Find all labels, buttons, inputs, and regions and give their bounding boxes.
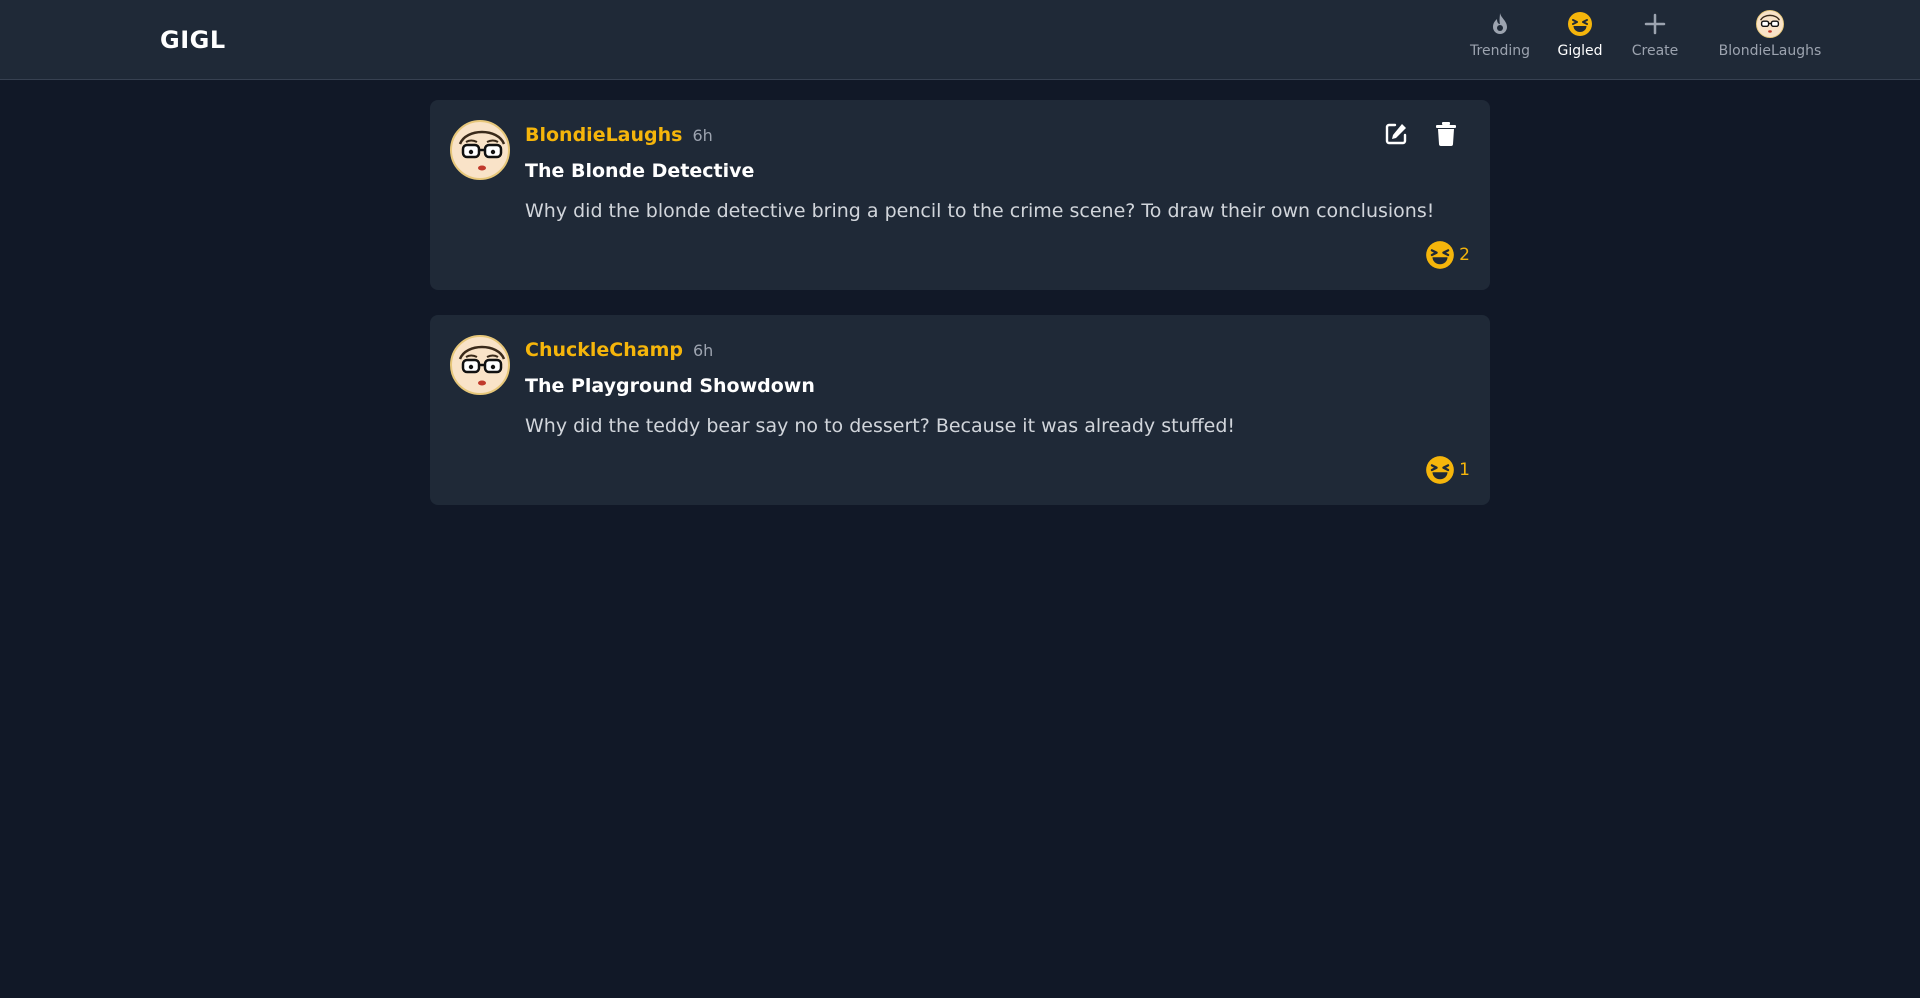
- avatar-face-icon: [458, 345, 506, 386]
- flame-icon: [1486, 10, 1514, 38]
- post-header: BlondieLaughs 6h: [525, 124, 713, 146]
- brand-logo[interactable]: GIGL: [160, 26, 226, 54]
- post-username[interactable]: BlondieLaughs: [525, 124, 682, 146]
- post-owner-actions: [1382, 120, 1460, 148]
- avatar-face-icon: [458, 130, 506, 171]
- edit-post-button[interactable]: [1382, 120, 1410, 148]
- nav-label-gigled: Gigled: [1557, 43, 1603, 59]
- user-avatar[interactable]: [450, 120, 510, 180]
- nav-item-gigled[interactable]: Gigled: [1540, 10, 1620, 70]
- post-feed: BlondieLaughs 6h The Blonde Detective Wh…: [430, 100, 1490, 530]
- post-timestamp: 6h: [692, 341, 714, 360]
- post-title: The Blonde Detective: [525, 160, 755, 182]
- nav-label-create: Create: [1631, 43, 1679, 59]
- post-username[interactable]: ChuckleChamp: [525, 339, 683, 361]
- top-navigation-bar: GIGL Trending Gigled Create BlondieLaugh…: [0, 0, 1920, 80]
- plus-icon: [1641, 10, 1669, 38]
- avatar-icon: [1756, 10, 1784, 38]
- edit-icon: [1385, 123, 1407, 145]
- nav-label-trending: Trending: [1470, 43, 1530, 59]
- post-timestamp: 6h: [692, 126, 713, 145]
- nav-label-profile: BlondieLaughs: [1718, 43, 1822, 59]
- nav-item-trending[interactable]: Trending: [1460, 10, 1540, 70]
- user-avatar[interactable]: [450, 335, 510, 395]
- post-header: ChuckleChamp 6h: [525, 339, 713, 361]
- post-card: ChuckleChamp 6h The Playground Showdown …: [430, 315, 1490, 505]
- trash-icon: [1436, 122, 1456, 146]
- nav-item-profile[interactable]: BlondieLaughs: [1700, 10, 1840, 70]
- nav-item-create[interactable]: Create: [1620, 10, 1690, 70]
- laughing-face-icon: [1426, 456, 1455, 484]
- giggle-reaction-button[interactable]: 2: [1425, 240, 1470, 270]
- post-body: Why did the teddy bear say no to dessert…: [525, 415, 1236, 437]
- laughing-face-icon: [1566, 10, 1594, 38]
- laughing-face-icon: [1426, 241, 1455, 269]
- delete-post-button[interactable]: [1432, 120, 1460, 148]
- giggle-count: 2: [1459, 245, 1470, 265]
- post-title: The Playground Showdown: [525, 375, 815, 397]
- giggle-reaction-button[interactable]: 1: [1425, 455, 1470, 485]
- post-body: Why did the blonde detective bring a pen…: [525, 200, 1435, 222]
- giggle-count: 1: [1459, 460, 1470, 480]
- post-card: BlondieLaughs 6h The Blonde Detective Wh…: [430, 100, 1490, 290]
